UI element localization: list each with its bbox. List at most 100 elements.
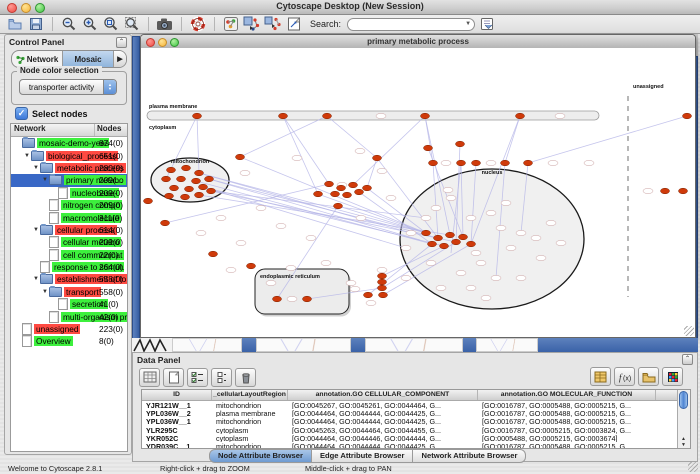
network-node[interactable] bbox=[356, 215, 366, 220]
window-resize-grip[interactable] bbox=[688, 462, 698, 472]
table-cell[interactable]: cytoplasm bbox=[212, 434, 288, 442]
frame-resize-grip[interactable] bbox=[684, 326, 694, 336]
network-node-selected[interactable] bbox=[429, 160, 438, 166]
tree-row[interactable]: mosaic-demo-yeast874(0) bbox=[11, 137, 127, 149]
float-panel-icon[interactable]: ⌃ bbox=[116, 37, 127, 48]
network-node[interactable] bbox=[546, 220, 556, 225]
network-node[interactable] bbox=[421, 215, 431, 220]
network-node[interactable] bbox=[346, 280, 356, 285]
network-node-selected[interactable] bbox=[162, 176, 171, 182]
table-cell[interactable]: [GO:0016787, GO:0005488, GO:0005215, G..… bbox=[478, 417, 656, 425]
network-node-selected[interactable] bbox=[440, 243, 449, 249]
table-row[interactable]: YLR295Ccytoplasm[GO:0045263, GO:0044464,… bbox=[142, 426, 677, 434]
collapse-icon[interactable]: ▼ bbox=[32, 276, 40, 282]
network-node[interactable] bbox=[456, 270, 466, 275]
network-node[interactable] bbox=[216, 215, 226, 220]
network-node-selected[interactable] bbox=[446, 232, 455, 238]
tree-row[interactable]: nucleobase-209(0) bbox=[11, 187, 127, 199]
network-node-selected[interactable] bbox=[303, 296, 312, 302]
network-node[interactable] bbox=[443, 187, 453, 192]
table-cell[interactable]: [GO:0044464, GO:0044444, GO:0044425, G..… bbox=[288, 442, 478, 448]
collapse-icon[interactable]: ▼ bbox=[41, 289, 49, 295]
tab-scroll-right-icon[interactable]: ▶ bbox=[114, 51, 126, 67]
network-node-selected[interactable] bbox=[422, 230, 431, 236]
network-node[interactable] bbox=[491, 275, 501, 280]
network-node[interactable] bbox=[386, 195, 396, 200]
network-node-selected[interactable] bbox=[379, 292, 388, 298]
network-node-selected[interactable] bbox=[421, 113, 430, 119]
network-node-selected[interactable] bbox=[355, 189, 364, 195]
tree-row[interactable]: ▼biological_process651(0) bbox=[11, 149, 127, 161]
network-node-selected[interactable] bbox=[279, 113, 288, 119]
network-node-selected[interactable] bbox=[524, 160, 533, 166]
network-node[interactable] bbox=[643, 188, 653, 193]
network-node-selected[interactable] bbox=[679, 188, 688, 194]
network-node[interactable] bbox=[196, 230, 206, 235]
annotation-button[interactable] bbox=[285, 16, 303, 32]
node-color-dropdown[interactable]: transporter activity ▲▼ bbox=[19, 79, 117, 95]
network-node[interactable] bbox=[350, 286, 360, 291]
network-node[interactable] bbox=[401, 275, 411, 280]
network-node-selected[interactable] bbox=[177, 176, 186, 182]
tab-mosaic[interactable]: Mosaic bbox=[63, 51, 114, 67]
heatmap-button[interactable] bbox=[662, 367, 683, 386]
network-canvas[interactable]: plasma membranecytoplasmmitochondrionnuc… bbox=[141, 48, 695, 337]
network-node[interactable] bbox=[555, 113, 565, 118]
network-node-selected[interactable] bbox=[501, 160, 510, 166]
network-node[interactable] bbox=[401, 245, 411, 250]
tree-row[interactable]: nitrogen compo209(0) bbox=[11, 199, 127, 211]
collapse-icon[interactable]: ▼ bbox=[23, 153, 31, 159]
tree-row[interactable]: cellular metabo209(0) bbox=[11, 236, 127, 248]
network-node-selected[interactable] bbox=[467, 241, 476, 247]
table-column-header[interactable]: annotation.GO MOLECULAR_FUNCTION bbox=[478, 390, 656, 400]
network-node[interactable] bbox=[276, 223, 286, 228]
table-cell[interactable]: mitochondrion bbox=[212, 442, 288, 448]
network-node[interactable] bbox=[496, 225, 506, 230]
collapse-icon[interactable]: ▼ bbox=[32, 165, 40, 171]
network-node[interactable] bbox=[321, 260, 331, 265]
network-node[interactable] bbox=[226, 267, 236, 272]
network-node[interactable] bbox=[426, 260, 436, 265]
network-node-selected[interactable] bbox=[199, 184, 208, 190]
tree-row[interactable]: Overview8(0) bbox=[11, 335, 127, 347]
network-node-selected[interactable] bbox=[364, 292, 373, 298]
table-scrollbar[interactable]: ▲▼ bbox=[677, 390, 690, 448]
network-node[interactable] bbox=[256, 205, 266, 210]
network-node[interactable] bbox=[446, 195, 456, 200]
network-node-selected[interactable] bbox=[428, 241, 437, 247]
network-node-selected[interactable] bbox=[349, 182, 358, 188]
network-node[interactable] bbox=[431, 205, 441, 210]
network-node-selected[interactable] bbox=[236, 154, 245, 160]
network-node[interactable] bbox=[536, 255, 546, 260]
vizmapper-button[interactable] bbox=[222, 16, 240, 32]
search-input[interactable]: ▼ bbox=[347, 18, 475, 31]
tab-network[interactable]: Network bbox=[12, 51, 63, 67]
network-node-selected[interactable] bbox=[434, 235, 443, 241]
network-edge[interactable] bbox=[425, 116, 433, 163]
network-node-selected[interactable] bbox=[209, 251, 218, 257]
background-frame-titlebar[interactable] bbox=[351, 338, 365, 352]
table-row[interactable]: YPL036W__1mitochondrion[GO:0044464, GO:0… bbox=[142, 417, 677, 425]
background-frame-thumbnail[interactable] bbox=[256, 338, 351, 352]
collapse-icon[interactable]: ▼ bbox=[41, 177, 49, 183]
network-node-selected[interactable] bbox=[170, 185, 179, 191]
tab-node-attribute-browser[interactable]: Node Attribute Browser bbox=[209, 449, 312, 463]
minimize-icon[interactable] bbox=[21, 3, 31, 13]
network-node[interactable] bbox=[501, 200, 511, 205]
network-node-selected[interactable] bbox=[192, 178, 201, 184]
table-cell[interactable]: YKR052C bbox=[142, 434, 212, 442]
zoom-window-icon[interactable] bbox=[35, 3, 45, 13]
network-node[interactable] bbox=[436, 285, 446, 290]
network-node-selected[interactable] bbox=[456, 141, 465, 147]
network-node-selected[interactable] bbox=[457, 160, 466, 166]
tree-row[interactable]: ▼establishment of lo558(0) bbox=[11, 273, 127, 285]
network-node[interactable] bbox=[306, 235, 316, 240]
network-node[interactable] bbox=[476, 260, 486, 265]
import-attributes-button[interactable] bbox=[638, 367, 659, 386]
tree-row[interactable]: secretion41(0) bbox=[11, 298, 127, 310]
tab-network-attribute-browser[interactable]: Network Attribute Browser bbox=[413, 449, 526, 463]
table-cell[interactable]: YJR121W__1 bbox=[142, 401, 212, 409]
network-node[interactable] bbox=[531, 235, 541, 240]
network-node-selected[interactable] bbox=[205, 176, 214, 182]
network-node-selected[interactable] bbox=[161, 220, 170, 226]
